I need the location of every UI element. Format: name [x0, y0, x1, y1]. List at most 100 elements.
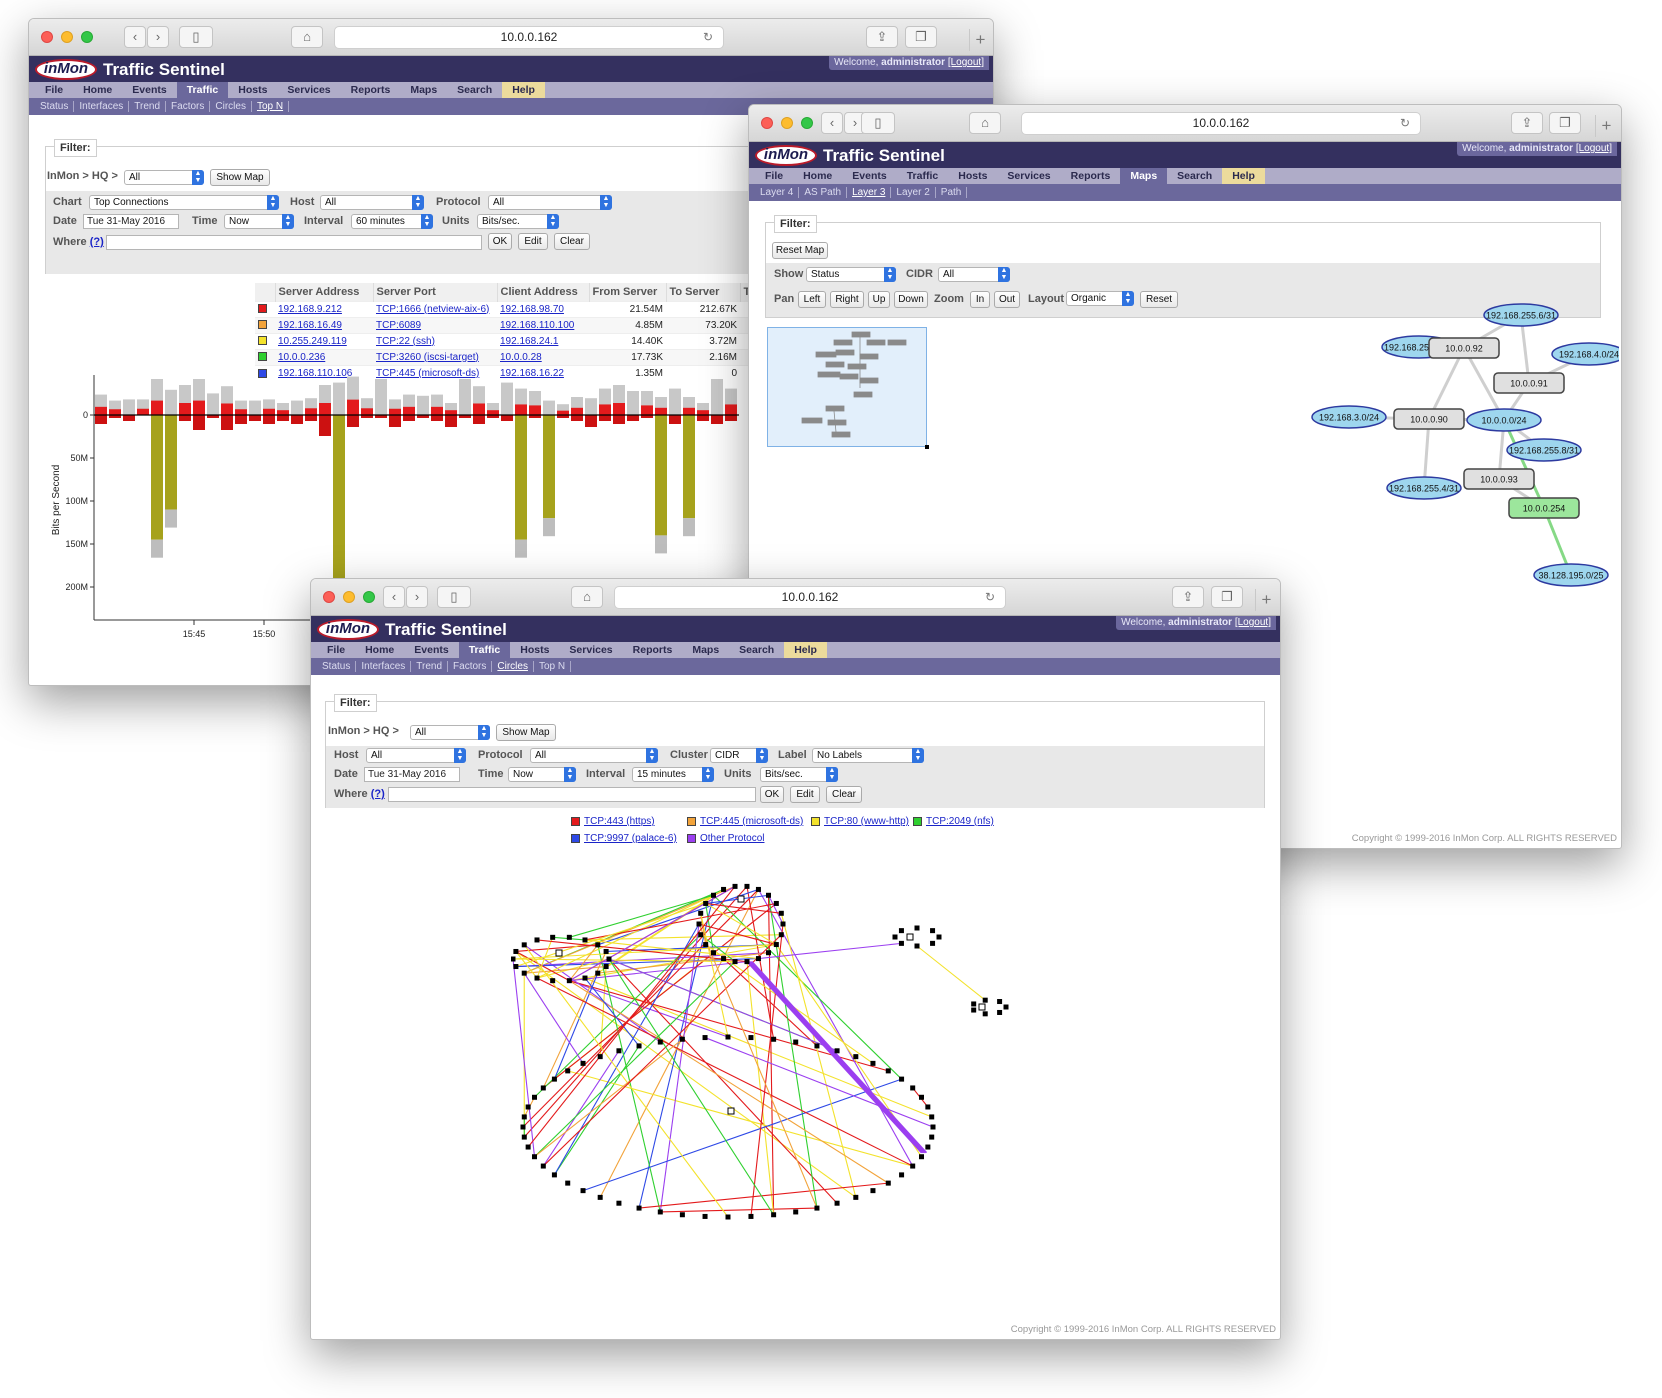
cidr-select[interactable]: All ▲ ▼	[938, 267, 1010, 282]
connection-line[interactable]	[698, 923, 818, 1209]
host-node[interactable]	[914, 925, 920, 931]
client-address-header[interactable]: Client Address	[496, 283, 589, 301]
bar-outbound[interactable]	[235, 415, 247, 424]
bar-top-connection[interactable]	[515, 404, 527, 415]
legend-label[interactable]: Other Protocol	[700, 833, 764, 844]
bar-outbound[interactable]	[627, 415, 639, 421]
server-port-cell-text[interactable]: TCP:1666 (netview-aix-6)	[376, 304, 489, 315]
host-node[interactable]	[732, 883, 738, 889]
menu-reports[interactable]: Reports	[623, 642, 683, 658]
host-node[interactable]	[853, 1194, 859, 1200]
server-address-cell[interactable]: 192.168.16.49	[275, 316, 373, 333]
bar-outbound[interactable]	[697, 415, 709, 421]
host-node[interactable]	[918, 1094, 924, 1100]
where-help-link[interactable]: (?)	[371, 788, 385, 800]
connection-line[interactable]	[597, 944, 661, 1213]
table-row[interactable]: 192.168.16.49 TCP:6089 192.168.110.100 4.85…	[255, 316, 770, 333]
cluster-center[interactable]	[737, 895, 745, 903]
bar-top-connection[interactable]	[683, 407, 695, 415]
host-node[interactable]	[918, 1154, 924, 1160]
host-node[interactable]	[679, 1212, 685, 1218]
bar-outbound[interactable]	[277, 415, 289, 421]
legend-label[interactable]: TCP:80 (www-http)	[824, 816, 909, 827]
bar-outbound[interactable]	[291, 415, 303, 424]
table-row[interactable]: 192.168.9.212 TCP:1666 (netview-aix-6) 192…	[255, 300, 770, 317]
bar-inbound[interactable]	[151, 415, 163, 540]
bar-outbound[interactable]	[305, 415, 317, 421]
bar-top-connection[interactable]	[319, 403, 331, 415]
host-node[interactable]	[930, 928, 936, 934]
sidebar-toggle-button[interactable]: ▯	[437, 586, 471, 608]
connection-line[interactable]	[638, 1182, 889, 1209]
map-overview[interactable]	[767, 327, 929, 449]
router-node[interactable]: 10.0.0.92	[1428, 337, 1500, 359]
clear-button[interactable]: Clear	[554, 233, 590, 250]
host-node[interactable]	[511, 956, 516, 962]
menu-search[interactable]: Search	[1167, 168, 1222, 184]
host-node[interactable]	[582, 975, 588, 981]
host-node[interactable]	[702, 1213, 708, 1219]
host-node[interactable]	[534, 975, 540, 981]
legend-label[interactable]: TCP:445 (microsoft-ds)	[700, 816, 803, 827]
bar-inbound[interactable]	[165, 415, 177, 510]
host-node[interactable]	[744, 959, 750, 965]
host-node[interactable]	[748, 1213, 754, 1219]
menu-file[interactable]: File	[317, 642, 355, 658]
host-node[interactable]	[929, 1114, 935, 1120]
server-address-cell-text[interactable]: 10.255.249.119	[278, 336, 347, 347]
bar-other[interactable]	[375, 379, 387, 415]
menu-search[interactable]: Search	[729, 642, 784, 658]
cluster-center[interactable]	[906, 933, 914, 941]
submenu-interfaces[interactable]: Interfaces	[74, 101, 130, 112]
host-node[interactable]	[513, 964, 519, 970]
submenu-trend[interactable]: Trend	[411, 661, 449, 672]
server-address-cell-text[interactable]: 10.0.0.236	[278, 352, 325, 363]
host-node[interactable]	[565, 1068, 571, 1074]
host-node[interactable]	[606, 956, 612, 962]
inmon-logo[interactable]: inMon	[317, 619, 379, 640]
server-port-cell-text[interactable]: TCP:3260 (iscsi-target)	[376, 352, 479, 363]
bar-other[interactable]	[669, 388, 681, 415]
host-node[interactable]	[744, 883, 750, 889]
host-node[interactable]	[766, 950, 772, 956]
path-select[interactable]: All ▲ ▼	[124, 170, 204, 185]
legend-item[interactable]: Other Protocol	[687, 833, 764, 844]
legend-label[interactable]: TCP:443 (https)	[584, 816, 655, 827]
host-node[interactable]	[550, 934, 556, 940]
bar-top-connection[interactable]	[403, 406, 415, 415]
subnet-node[interactable]: 10.0.0.0/24	[1466, 408, 1542, 432]
reload-icon[interactable]: ↻	[985, 587, 995, 608]
bar-top-connection[interactable]	[571, 407, 583, 415]
inmon-logo[interactable]: inMon	[755, 145, 817, 166]
host-select[interactable]: All ▲ ▼	[320, 195, 424, 210]
zoom-window-button[interactable]	[363, 591, 375, 603]
bar-inbound-other[interactable]	[165, 509, 177, 528]
reload-icon[interactable]: ↻	[703, 27, 713, 48]
host-node[interactable]	[899, 1172, 905, 1178]
bar-outbound[interactable]	[319, 415, 331, 436]
menu-help[interactable]: Help	[784, 642, 827, 658]
server-port-cell-text[interactable]: TCP:6089	[376, 320, 421, 331]
date-input[interactable]: Tue 31-May 2016	[83, 214, 179, 229]
bar-outbound[interactable]	[473, 415, 485, 424]
where-help-link[interactable]: (?)	[90, 236, 104, 248]
client-address-cell-text[interactable]: 10.0.0.28	[500, 352, 542, 363]
client-address-cell-text[interactable]: 192.168.110.100	[500, 320, 574, 331]
bar-inbound[interactable]	[543, 415, 555, 519]
inmon-logo[interactable]: inMon	[35, 59, 97, 80]
logout-link[interactable]: [Logout]	[1576, 143, 1612, 154]
bar-outbound[interactable]	[263, 415, 275, 424]
bar-top-connection[interactable]	[473, 403, 485, 415]
back-button[interactable]: ‹	[124, 26, 146, 48]
server-port-cell[interactable]: TCP:6089	[373, 316, 497, 333]
host-node[interactable]	[892, 934, 898, 940]
host-node[interactable]	[603, 964, 609, 970]
host-node[interactable]	[899, 1076, 905, 1082]
sidebar-toggle-button[interactable]: ▯	[861, 112, 895, 134]
bar-outbound[interactable]	[711, 415, 723, 424]
host-node[interactable]	[721, 956, 727, 962]
bar-top-connection[interactable]	[361, 408, 373, 415]
host-node[interactable]	[1003, 1004, 1009, 1010]
bar-top-connection[interactable]	[305, 408, 317, 415]
host-node[interactable]	[898, 928, 904, 934]
